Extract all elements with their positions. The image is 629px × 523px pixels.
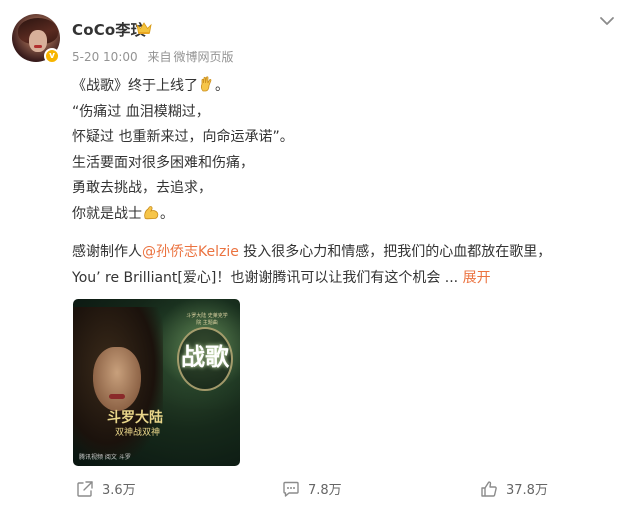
post-timestamp[interactable]: 5-20 10:00 — [72, 50, 138, 64]
image-logo-text: 战歌 — [181, 342, 229, 371]
image-top-text: 斗罗大陆 史莱克学院 主题曲 — [186, 313, 228, 326]
share-icon — [77, 480, 93, 497]
post-line: 《战歌》终于上线了 。 — [72, 74, 612, 100]
mention-link[interactable]: @孙侨志Kelzie — [142, 244, 239, 260]
post-line-suffix: 。 — [160, 205, 174, 222]
post-line-text: 《战歌》终于上线了 — [72, 78, 198, 94]
flexed-biceps-emoji-icon — [144, 205, 159, 219]
comment-icon — [283, 481, 299, 497]
like-icon — [481, 480, 497, 497]
post-line: 感谢制作人@孙侨志Kelzie 投入很多心力和情感，把我们的心血都放在歌里， — [72, 240, 612, 266]
action-bar: 3.6万 7.8万 37.8万 — [0, 473, 629, 503]
share-button[interactable]: 3.6万 — [76, 479, 136, 498]
image-figure-face — [93, 347, 141, 411]
post-line: You’ re Brilliant[爱心]！也谢谢腾讯可以让我们有这个机会 ..… — [72, 266, 612, 292]
image-sub-logo: 斗罗大陆 — [107, 410, 163, 426]
author-name[interactable]: CoCo李玟 — [72, 19, 146, 40]
post-last-line: You’ re Brilliant[爱心]！也谢谢腾讯可以让我们有这个机会 ..… — [72, 269, 459, 286]
post-line-suffix: 。 — [215, 78, 229, 94]
image-bottom-logos: 腾讯视频 阅文 斗罗 — [79, 454, 131, 461]
post-line-text: 你就是战士 — [72, 205, 142, 222]
post-line: 你就是战士 。 — [72, 202, 612, 228]
thanks-suffix: 投入很多心力和情感，把我们的心血都放在歌里， — [238, 244, 552, 260]
share-count: 3.6万 — [102, 483, 136, 498]
avatar-face — [29, 30, 47, 52]
chevron-down-icon[interactable] — [599, 16, 615, 26]
like-button[interactable]: 37.8万 — [480, 479, 548, 498]
post-image[interactable]: 斗罗大陆 史莱克学院 主题曲 战歌 斗罗大陆 双神战双神 腾讯视频 阅文 斗罗 — [73, 299, 240, 466]
post-line: 生活要面对很多困难和伤痛， — [72, 154, 254, 171]
like-count: 37.8万 — [506, 483, 548, 498]
weibo-post-card: v CoCo李玟 5-20 10:00 来自 微博网页版 《战歌》终于上线了 。 … — [0, 0, 629, 523]
post-source-prefix: 来自 — [147, 50, 172, 64]
thanks-prefix: 感谢制作人 — [72, 244, 142, 260]
crown-icon — [136, 22, 152, 34]
post-line: 勇敢去挑战，去追求， — [72, 180, 212, 196]
comment-button[interactable]: 7.8万 — [282, 479, 342, 498]
avatar-mouth — [34, 45, 42, 48]
comment-count: 7.8万 — [308, 483, 342, 498]
image-figure-lips — [109, 394, 125, 399]
post-source: 微博网页版 — [173, 50, 234, 64]
post-line: “伤痛过 血泪模糊过， — [72, 103, 210, 120]
verified-badge-icon: v — [44, 48, 60, 64]
post-line: 怀疑过 也重新来过，向命运承诺”。 — [72, 129, 294, 145]
expand-link[interactable]: 展开 — [463, 270, 491, 286]
post-meta: 5-20 10:00 来自 微博网页版 — [72, 48, 240, 65]
post-text: 《战歌》终于上线了 。 “伤痛过 血泪模糊过， 怀疑过 也重新来过，向命运承诺”… — [72, 74, 612, 291]
image-sub-logo-2: 双神战双神 — [115, 428, 161, 438]
ok-hand-emoji-icon — [200, 76, 212, 92]
